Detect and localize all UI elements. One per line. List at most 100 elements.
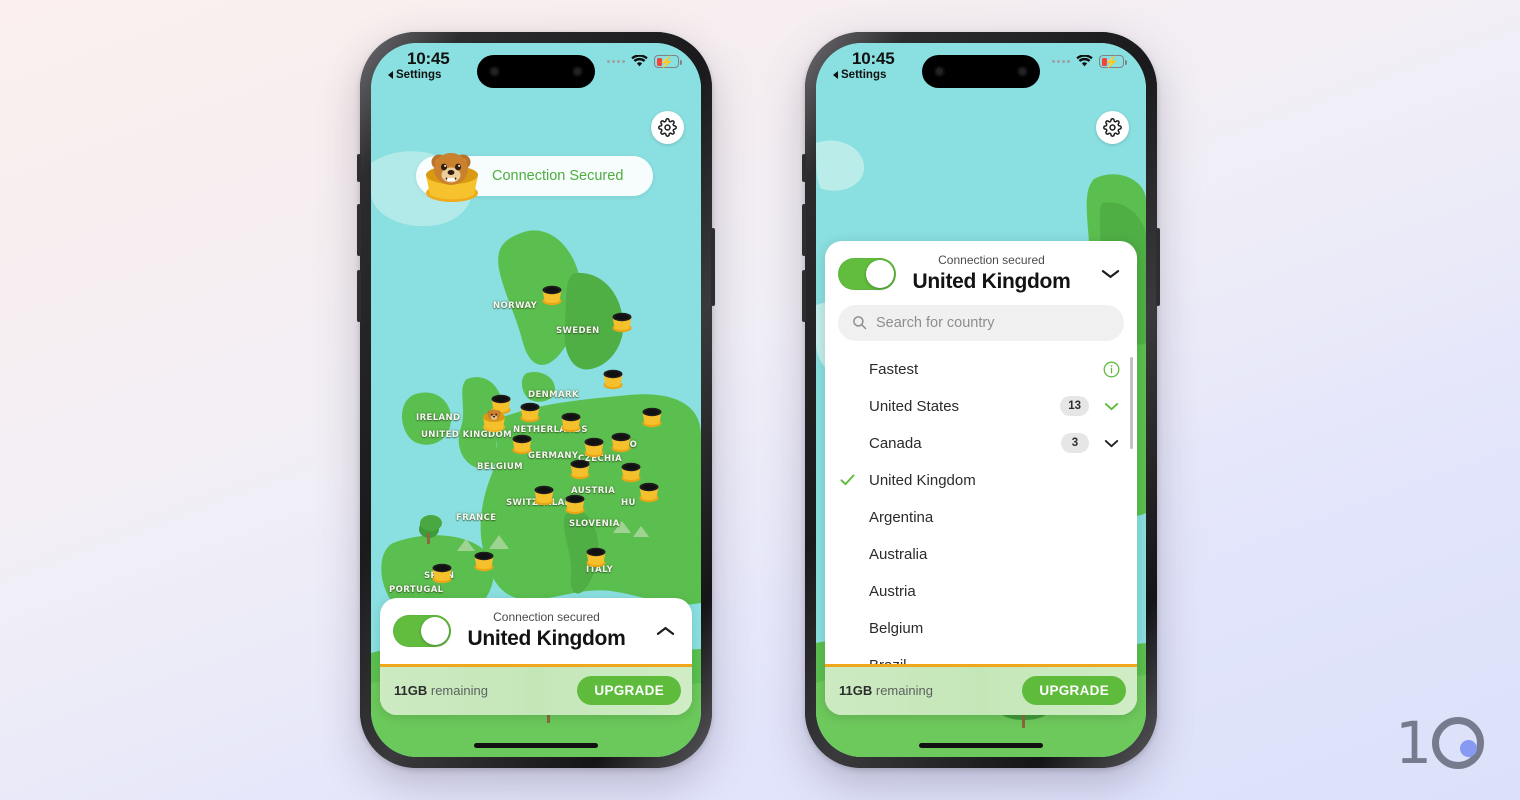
back-triangle-icon-right <box>833 71 838 79</box>
expand-country-list-button[interactable] <box>652 625 678 637</box>
country-row-united-kingdom[interactable]: United Kingdom <box>825 462 1137 499</box>
country-row-belgium[interactable]: Belgium <box>825 610 1137 647</box>
map-label-sweden: SWEDEN <box>556 326 600 336</box>
chevron-down-icon-button[interactable] <box>1101 402 1121 411</box>
country-row-united-states[interactable]: United States 13 <box>825 388 1137 425</box>
country-row-brazil[interactable]: Brazil <box>825 647 1137 664</box>
vpn-toggle-left[interactable] <box>393 615 451 648</box>
back-to-settings-link-right[interactable]: Settings <box>833 69 886 81</box>
map-label-belgium: BELGIUM <box>477 462 524 472</box>
dynamic-island-right <box>922 55 1040 88</box>
honeypot-server-marker-icon[interactable] <box>567 455 593 481</box>
country-name: Austria <box>869 582 916 600</box>
honeypot-server-marker-icon[interactable] <box>509 430 535 456</box>
volume-down-button[interactable] <box>357 270 361 322</box>
upgrade-button-left[interactable]: UPGRADE <box>577 676 681 705</box>
home-indicator-left[interactable] <box>474 743 598 748</box>
upgrade-button-right[interactable]: UPGRADE <box>1022 676 1126 705</box>
info-icon-button[interactable] <box>1101 361 1121 378</box>
search-input[interactable]: Search for country <box>838 304 1124 341</box>
settings-button-left[interactable] <box>651 111 684 144</box>
home-indicator-right[interactable] <box>919 743 1043 748</box>
selected-country-label: United Kingdom <box>467 626 626 650</box>
honeypot-server-marker-icon[interactable] <box>600 365 626 391</box>
phone-device-left: NORWAY SWEDEN DENMARK IRELAND UNITED KINGDOM… <box>357 32 715 768</box>
honeypot-server-marker-icon[interactable] <box>562 490 588 516</box>
connection-text-right: Connection secured United Kingdom <box>886 253 1097 295</box>
power-button[interactable] <box>711 228 715 306</box>
country-list[interactable]: Fastest United States 13 Canada 3 United King… <box>825 351 1137 664</box>
settings-button-right[interactable] <box>1096 111 1129 144</box>
connection-status-label: Connection secured <box>493 610 600 625</box>
back-triangle-icon <box>388 71 393 79</box>
face-id-sensor-icon-right <box>934 66 945 77</box>
face-id-sensor-icon <box>489 66 500 77</box>
silent-switch[interactable] <box>357 154 361 182</box>
selected-check-slot <box>825 474 869 486</box>
honeypot-server-marker-icon[interactable] <box>531 481 557 507</box>
logo-dot <box>1460 740 1477 757</box>
honeypot-server-marker-icon[interactable] <box>639 403 665 429</box>
back-label: Settings <box>396 69 442 81</box>
country-name: United States <box>869 397 960 415</box>
panel-header[interactable]: Connection secured United Kingdom <box>825 241 1137 305</box>
country-picker-panel[interactable]: Connection secured United Kingdom Search… <box>825 241 1137 715</box>
uk-bear-marker-icon[interactable] <box>479 403 509 433</box>
country-name: Argentina <box>869 508 934 526</box>
status-indicators: ⚡ <box>607 55 682 68</box>
country-name: Fastest <box>869 360 919 378</box>
server-count-badge: 3 <box>1061 433 1089 454</box>
logo-digit-zero <box>1432 717 1484 769</box>
front-camera-icon <box>572 66 583 77</box>
power-button-right[interactable] <box>1156 228 1160 306</box>
honeypot-server-marker-icon[interactable] <box>609 308 635 334</box>
data-amount: 11GB <box>394 683 428 698</box>
map-label-hu: HU <box>621 498 636 508</box>
honeypot-server-marker-icon[interactable] <box>429 559 455 585</box>
country-row-argentina[interactable]: Argentina <box>825 499 1137 536</box>
search-section[interactable]: Search for country <box>825 304 1137 351</box>
country-row-canada[interactable]: Canada 3 <box>825 425 1137 462</box>
data-amount-right: 11GB <box>839 683 873 698</box>
honeypot-server-marker-icon[interactable] <box>636 478 662 504</box>
back-to-settings-link[interactable]: Settings <box>388 69 441 81</box>
gear-icon <box>658 118 677 137</box>
ten-logo: 1 <box>1395 714 1484 772</box>
map-label-slovenia: SLOVENIA <box>569 519 620 529</box>
bear-in-honeypot-icon <box>426 153 478 202</box>
honeypot-server-marker-icon[interactable] <box>608 428 634 454</box>
chevron-down-icon-button[interactable] <box>1101 439 1121 448</box>
checkmark-icon <box>840 474 854 486</box>
status-time-right: 10:45 <box>852 49 895 68</box>
connection-card-top[interactable]: Connection secured United Kingdom <box>380 598 692 664</box>
honeypot-server-marker-icon[interactable] <box>558 408 584 434</box>
wifi-icon-right <box>1076 55 1093 67</box>
collapse-country-list-button[interactable] <box>1097 268 1123 280</box>
country-name: Canada <box>869 434 922 452</box>
data-remaining-text-right: 11GB remaining <box>839 683 933 698</box>
vpn-toggle-right[interactable] <box>838 257 896 290</box>
volume-down-button-right[interactable] <box>802 270 806 322</box>
country-row-australia[interactable]: Australia <box>825 536 1137 573</box>
chevron-down-icon <box>1104 439 1118 447</box>
data-usage-bar: 11GB remaining UPGRADE <box>380 667 692 715</box>
data-remaining-label-right: remaining <box>875 683 933 698</box>
gear-icon-right <box>1103 118 1122 137</box>
connection-card[interactable]: Connection secured United Kingdom 11GB r… <box>380 598 692 715</box>
honeypot-server-marker-icon[interactable] <box>517 398 543 424</box>
country-row-fastest[interactable]: Fastest <box>825 351 1137 388</box>
country-name: Brazil <box>869 657 1101 664</box>
honeypot-server-marker-icon[interactable] <box>539 281 565 307</box>
honeypot-server-marker-icon[interactable] <box>471 547 497 573</box>
honeypot-server-marker-icon[interactable] <box>583 543 609 569</box>
connection-text: Connection secured United Kingdom <box>441 610 652 652</box>
country-row-austria[interactable]: Austria <box>825 573 1137 610</box>
map-label-ireland: IRELAND <box>416 413 461 423</box>
data-remaining-text: 11GB remaining <box>394 683 488 698</box>
volume-up-button-right[interactable] <box>802 204 806 256</box>
logo-digit-one: 1 <box>1395 709 1432 777</box>
volume-up-button[interactable] <box>357 204 361 256</box>
country-name: Belgium <box>869 619 924 637</box>
search-icon <box>853 316 867 330</box>
silent-switch-right[interactable] <box>802 154 806 182</box>
